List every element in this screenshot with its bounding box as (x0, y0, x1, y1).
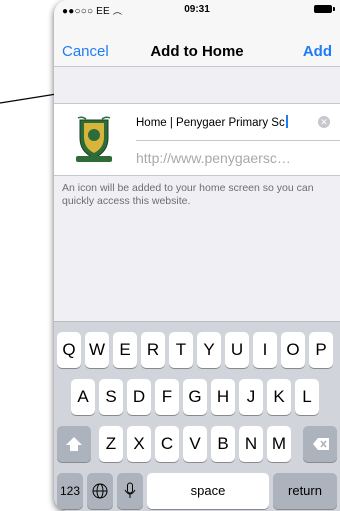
key-t[interactable]: T (169, 332, 193, 368)
key-d[interactable]: D (127, 379, 151, 415)
return-key[interactable]: return (273, 473, 337, 509)
key-j[interactable]: J (239, 379, 263, 415)
add-button[interactable]: Add (303, 43, 332, 60)
status-bar: ●●○○○ EE ︵ 09:31 (54, 0, 340, 18)
key-f[interactable]: F (155, 379, 179, 415)
microphone-icon (124, 482, 136, 498)
key-h[interactable]: H (211, 379, 235, 415)
key-x[interactable]: X (127, 426, 151, 462)
keyboard: Q W E R T Y U I O P A S D F G H J K L Z … (54, 321, 340, 511)
key-k[interactable]: K (267, 379, 291, 415)
key-b[interactable]: B (211, 426, 235, 462)
clock: 09:31 (184, 4, 210, 15)
key-w[interactable]: W (85, 332, 109, 368)
dictation-key[interactable] (117, 473, 143, 509)
shift-key[interactable] (57, 426, 91, 462)
title-input[interactable]: Home | Penygaer Primary Sc (136, 115, 288, 129)
hint-text: An icon will be added to your home scree… (62, 182, 314, 207)
key-r[interactable]: R (141, 332, 165, 368)
key-p[interactable]: P (309, 332, 333, 368)
phone-screen: ●●○○○ EE ︵ 09:31 Cancel Add to Home Add … (54, 0, 340, 511)
school-crest-icon (76, 116, 112, 162)
key-c[interactable]: C (155, 426, 179, 462)
battery-icon (314, 5, 335, 13)
globe-icon (92, 483, 108, 499)
key-a[interactable]: A (71, 379, 95, 415)
backspace-icon (313, 438, 329, 450)
key-i[interactable]: I (253, 332, 277, 368)
field-divider (136, 140, 340, 141)
key-y[interactable]: Y (197, 332, 221, 368)
url-field: http://www.penygaersc… (136, 150, 291, 166)
text-cursor (285, 115, 288, 128)
page-title: Add to Home (150, 43, 244, 60)
key-z[interactable]: Z (99, 426, 123, 462)
key-o[interactable]: O (281, 332, 305, 368)
key-v[interactable]: V (183, 426, 207, 462)
globe-key[interactable] (87, 473, 113, 509)
key-u[interactable]: U (225, 332, 249, 368)
key-s[interactable]: S (99, 379, 123, 415)
key-g[interactable]: G (183, 379, 207, 415)
key-e[interactable]: E (113, 332, 137, 368)
numbers-key[interactable]: 123 (57, 473, 83, 509)
navigation-bar: Cancel Add to Home Add (54, 18, 340, 67)
space-key[interactable]: space (147, 473, 269, 509)
key-n[interactable]: N (239, 426, 263, 462)
key-m[interactable]: M (267, 426, 291, 462)
clear-icon[interactable]: ✕ (318, 116, 330, 128)
bookmark-card: Home | Penygaer Primary Sc ✕ http://www.… (54, 103, 340, 176)
key-l[interactable]: L (295, 379, 319, 415)
shift-icon (66, 437, 82, 451)
key-q[interactable]: Q (57, 332, 81, 368)
backspace-key[interactable] (303, 426, 337, 462)
